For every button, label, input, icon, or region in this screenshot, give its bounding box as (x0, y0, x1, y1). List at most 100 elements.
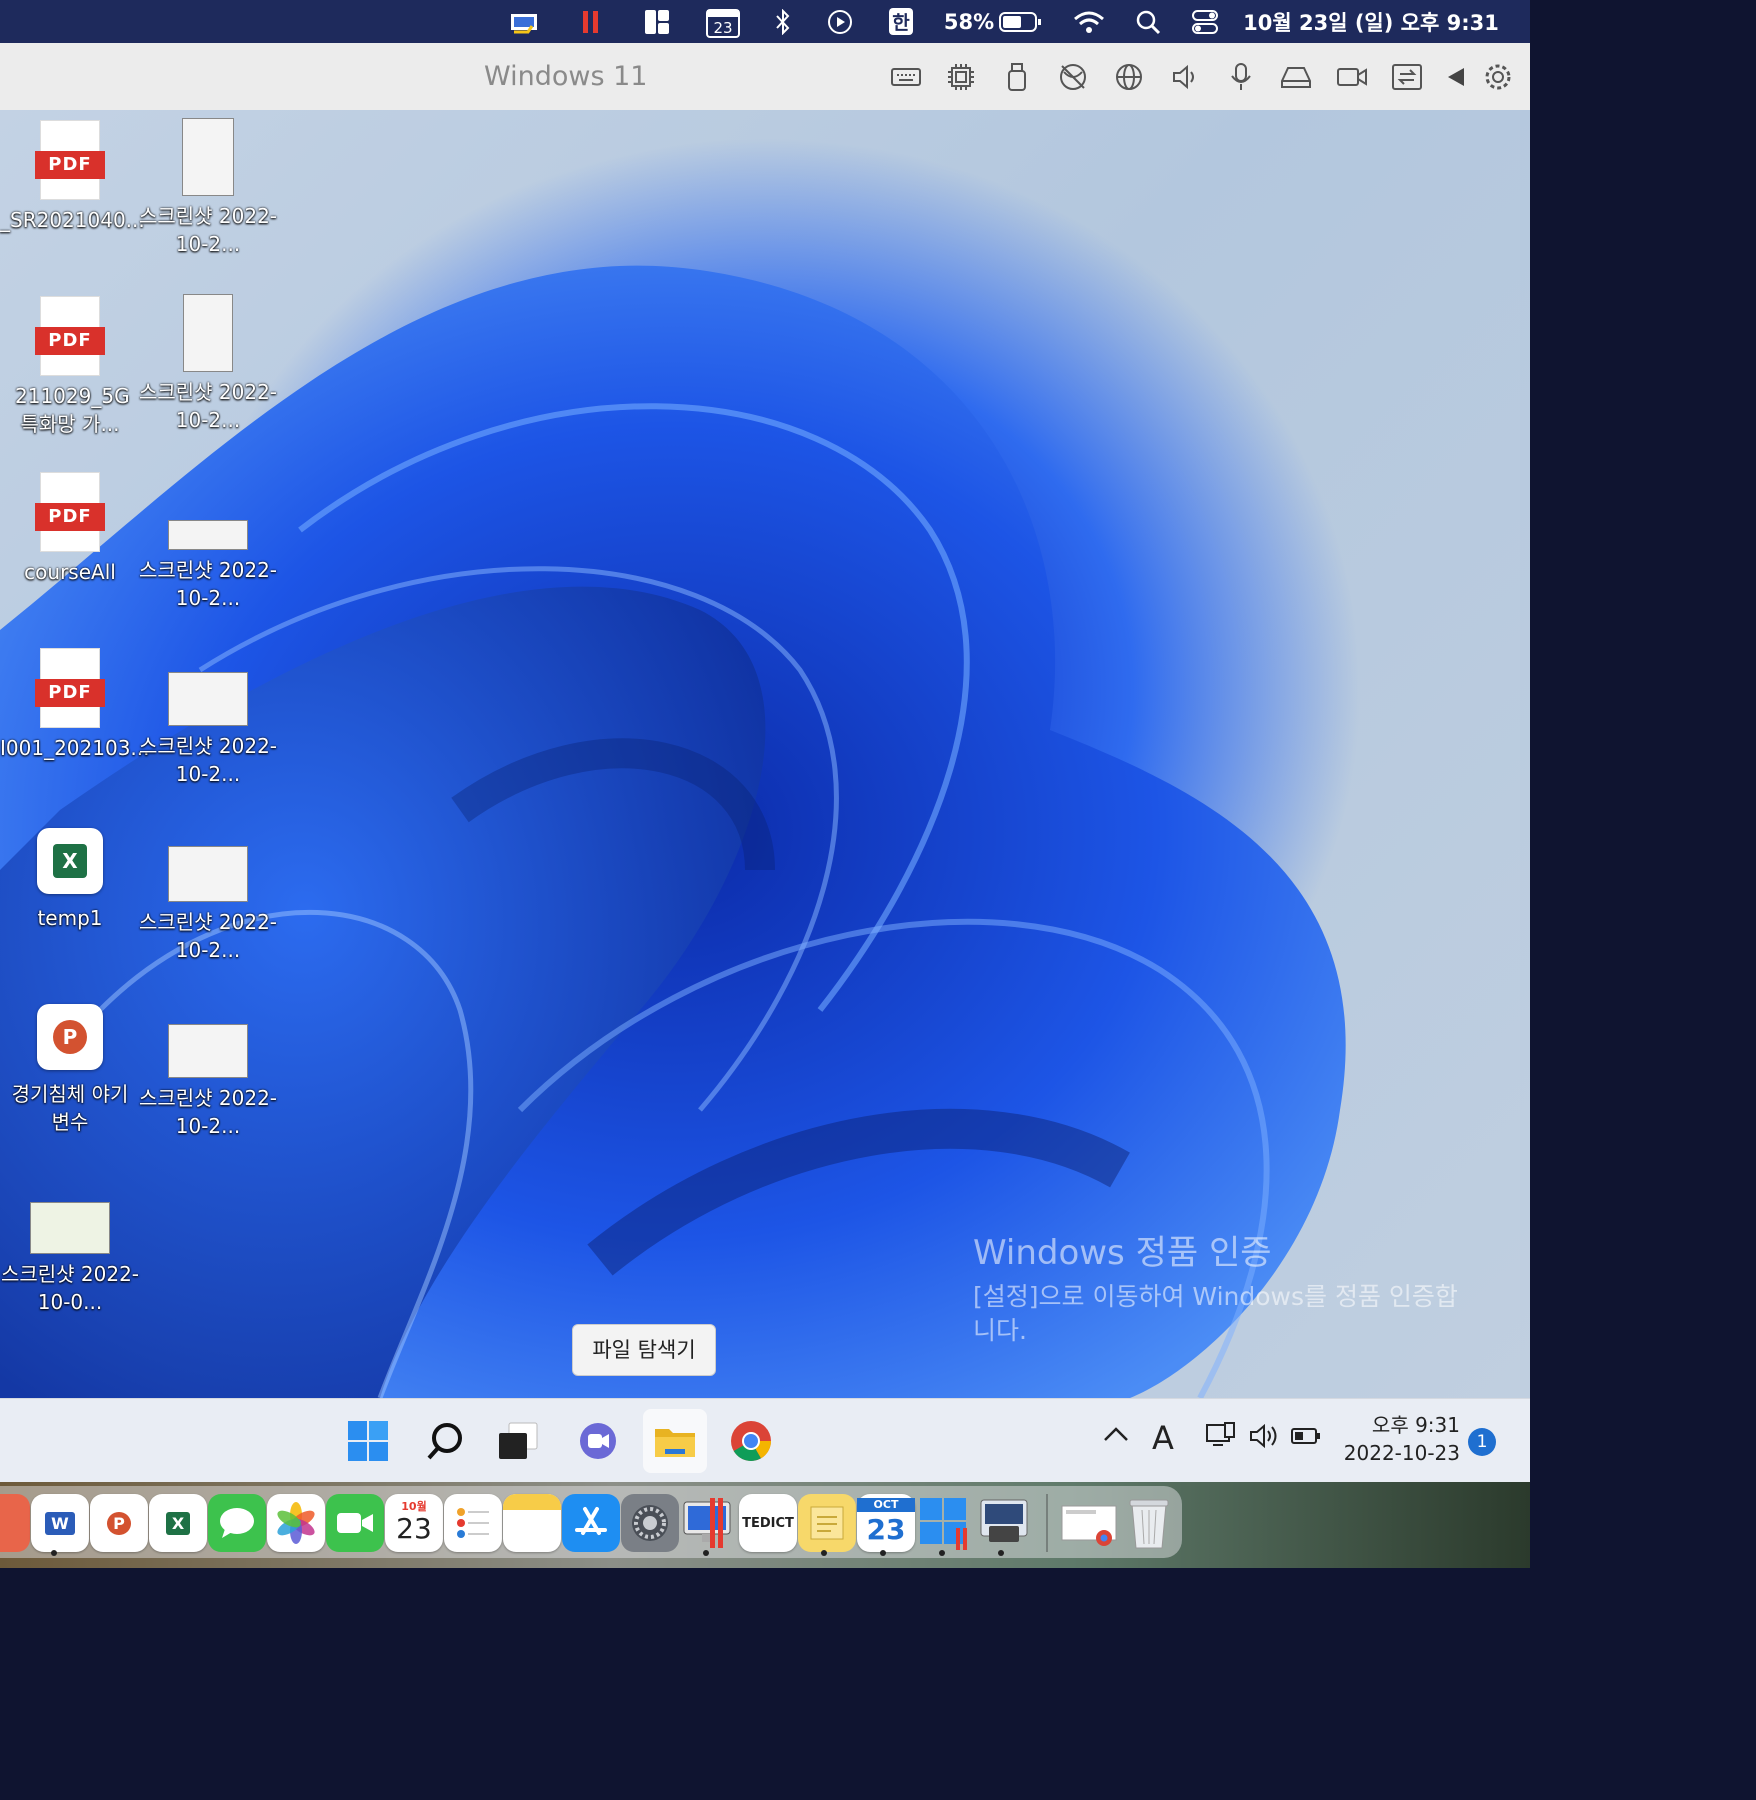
usb-icon[interactable] (1001, 61, 1033, 93)
desktop-icon-label: 스크린샷 2022-10-2... (138, 380, 278, 432)
network-off-icon[interactable] (1057, 61, 1089, 93)
running-indicator-dot (51, 1550, 57, 1556)
bluetooth-icon[interactable] (772, 0, 794, 43)
control-center-icon[interactable] (1189, 0, 1221, 43)
chrome-button[interactable] (719, 1409, 783, 1473)
calendar-menu-icon[interactable]: 23 (705, 0, 741, 43)
pdf-file-icon: PDF (35, 120, 105, 200)
desktop-icon-label: 스크린샷 2022-10-0... (0, 1262, 140, 1314)
teams-chat-button[interactable] (566, 1409, 630, 1473)
running-indicator-dot (880, 1550, 886, 1556)
share-icon[interactable] (1391, 61, 1423, 93)
desktop-icon-screenshot-5[interactable]: 스크린샷 2022-10-2... (138, 846, 278, 964)
notification-badge[interactable]: 1 (1468, 1428, 1496, 1456)
desktop-icon-screenshot-1[interactable]: 스크린샷 2022-10-2... (138, 118, 278, 258)
speaker-icon[interactable] (1169, 61, 1201, 93)
dock-photos-icon[interactable] (267, 1494, 325, 1552)
desktop-icon-screenshot-3[interactable]: 스크린샷 2022-10-2... (138, 520, 278, 612)
microphone-icon[interactable] (1225, 61, 1257, 93)
wifi-icon[interactable] (1072, 0, 1106, 43)
activation-title: Windows 정품 인증 (973, 1233, 1272, 1273)
pdf-file-icon: PDF (35, 472, 105, 552)
dock-calendar-day: 23 (396, 1512, 432, 1545)
menubar-calendar-day: 23 (713, 19, 732, 37)
show-hidden-icons-chevron-icon[interactable] (1103, 1421, 1129, 1451)
dock-powerpoint-icon[interactable]: P (90, 1494, 148, 1552)
screenshot-thumbnail (168, 1024, 248, 1078)
desktop-icon-screenshot-col1[interactable]: 스크린샷 2022-10-0... (0, 1202, 140, 1316)
desktop-icon-screenshot-6[interactable]: 스크린샷 2022-10-2... (138, 1024, 278, 1140)
ime-indicator[interactable]: A (1152, 1419, 1174, 1457)
dock-recent-document-icon[interactable] (1060, 1494, 1118, 1552)
task-view-button[interactable] (486, 1409, 550, 1473)
running-indicator-dot (939, 1550, 945, 1556)
input-method-indicator[interactable]: 한 (886, 0, 916, 43)
dock-system-preferences-icon[interactable] (621, 1494, 679, 1552)
taskbar-clock[interactable]: 오후 9:31 2022-10-23 (1340, 1411, 1460, 1467)
dock-messages-icon[interactable] (208, 1494, 266, 1552)
settings-icon[interactable] (1482, 61, 1514, 93)
vm-window-title: Windows 11 (484, 61, 648, 92)
dock-app-store-icon[interactable] (562, 1494, 620, 1552)
globe-icon[interactable] (1113, 61, 1145, 93)
dock-parallels-desktop-icon[interactable] (680, 1494, 738, 1552)
volume-icon[interactable] (1248, 1421, 1280, 1458)
dock-notes-icon[interactable] (503, 1494, 561, 1552)
drive-icon[interactable] (1280, 61, 1312, 93)
desktop-icon-powerpoint[interactable]: P 경기침체 야기 변수 (0, 1004, 140, 1136)
desktop-icon-pdf-1[interactable]: PDF _SR2021040... (0, 120, 145, 234)
desktop-icon-label: _SR2021040... (0, 208, 145, 232)
dock-stickies-icon[interactable] (798, 1494, 856, 1552)
search-icon (427, 1423, 462, 1460)
dock-reminders-icon[interactable] (444, 1494, 502, 1552)
running-indicator-dot (998, 1550, 1004, 1556)
dock-calendar-parallels-icon[interactable]: OCT 23 (857, 1494, 915, 1552)
file-explorer-button[interactable] (643, 1409, 707, 1473)
powerpoint-badge: P (53, 1020, 87, 1054)
parallels-menu-icon[interactable] (505, 0, 545, 43)
dock-trash-icon[interactable] (1120, 1494, 1178, 1552)
spotlight-search-icon[interactable] (1134, 0, 1162, 43)
desktop-icon-label: temp1 (37, 906, 103, 930)
taskbar-search-button[interactable] (413, 1409, 477, 1473)
battery-tray-icon[interactable] (1290, 1421, 1322, 1458)
desktop-icon-label: 스크린샷 2022-10-2... (138, 910, 278, 962)
dock-calendar-icon[interactable]: 10월 23 (385, 1494, 443, 1552)
dock-app-partial-icon[interactable] (0, 1494, 30, 1552)
pdf-badge: PDF (35, 679, 105, 707)
back-icon[interactable] (1440, 61, 1472, 93)
start-button[interactable] (336, 1409, 400, 1473)
tedict-label: TEDICT (742, 1515, 794, 1531)
cpu-icon[interactable] (945, 61, 977, 93)
menubar-datetime[interactable]: 10월 23일 (일) 오후 9:31 (1240, 0, 1502, 43)
taskbar-time: 오후 9:31 (1371, 1413, 1460, 1437)
battery-icon[interactable] (998, 0, 1044, 43)
pdf-badge: PDF (35, 503, 105, 531)
word-badge: W (45, 1511, 75, 1535)
desktop-icon-label: courseAll (24, 560, 116, 584)
dock-facetime-icon[interactable] (326, 1494, 384, 1552)
camera-icon[interactable] (1336, 61, 1368, 93)
screenshot-thumbnail (183, 294, 233, 372)
dock-word-icon[interactable]: W (31, 1494, 89, 1552)
desktop-icon-screenshot-4[interactable]: 스크린샷 2022-10-2... (138, 672, 278, 788)
desktop-icon-pdf-4[interactable]: PDF I001_202103... (0, 648, 150, 762)
window-layout-icon[interactable] (642, 0, 672, 43)
play-circle-icon[interactable] (826, 0, 854, 43)
dock-tedict-icon[interactable]: TEDICT (739, 1494, 797, 1552)
desktop-icon-excel[interactable]: X temp1 (0, 828, 140, 932)
parallels-pause-icon[interactable] (578, 0, 604, 43)
network-icon[interactable] (1205, 1421, 1237, 1458)
desktop-icon-label: 스크린샷 2022-10-2... (138, 734, 278, 786)
dock-screen-capture-icon[interactable] (975, 1494, 1033, 1552)
keyboard-icon[interactable] (890, 61, 922, 93)
desktop-icon-pdf-2[interactable]: PDF 211029_5G 특화망 가... (0, 296, 140, 438)
desktop-icon-label: 스크린샷 2022-10-2... (138, 558, 278, 610)
dock-windows-11-icon[interactable] (916, 1494, 974, 1552)
screenshot-thumbnail (168, 846, 248, 902)
desktop-icon-pdf-3[interactable]: PDF courseAll (0, 472, 140, 586)
pdf-badge: PDF (35, 151, 105, 179)
desktop-icon-screenshot-2[interactable]: 스크린샷 2022-10-2... (138, 294, 278, 434)
desktop-icon-label: 경기침체 야기 변수 (11, 1082, 129, 1134)
dock-excel-icon[interactable]: X (149, 1494, 207, 1552)
